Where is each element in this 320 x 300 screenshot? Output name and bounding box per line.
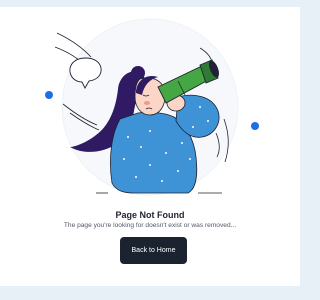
page-title: Page Not Found: [115, 210, 185, 220]
cheek: [144, 101, 150, 105]
error-message: The page you're looking for doesn't exis…: [63, 222, 237, 229]
not-found-card: Page Not Found The page you're looking f…: [0, 7, 300, 286]
back-to-home-button[interactable]: Back to Home: [120, 237, 187, 264]
decor-dot-left: [45, 91, 53, 99]
decor-dot-right: [251, 122, 259, 130]
lost-woman-telescope-illustration: [45, 18, 259, 196]
